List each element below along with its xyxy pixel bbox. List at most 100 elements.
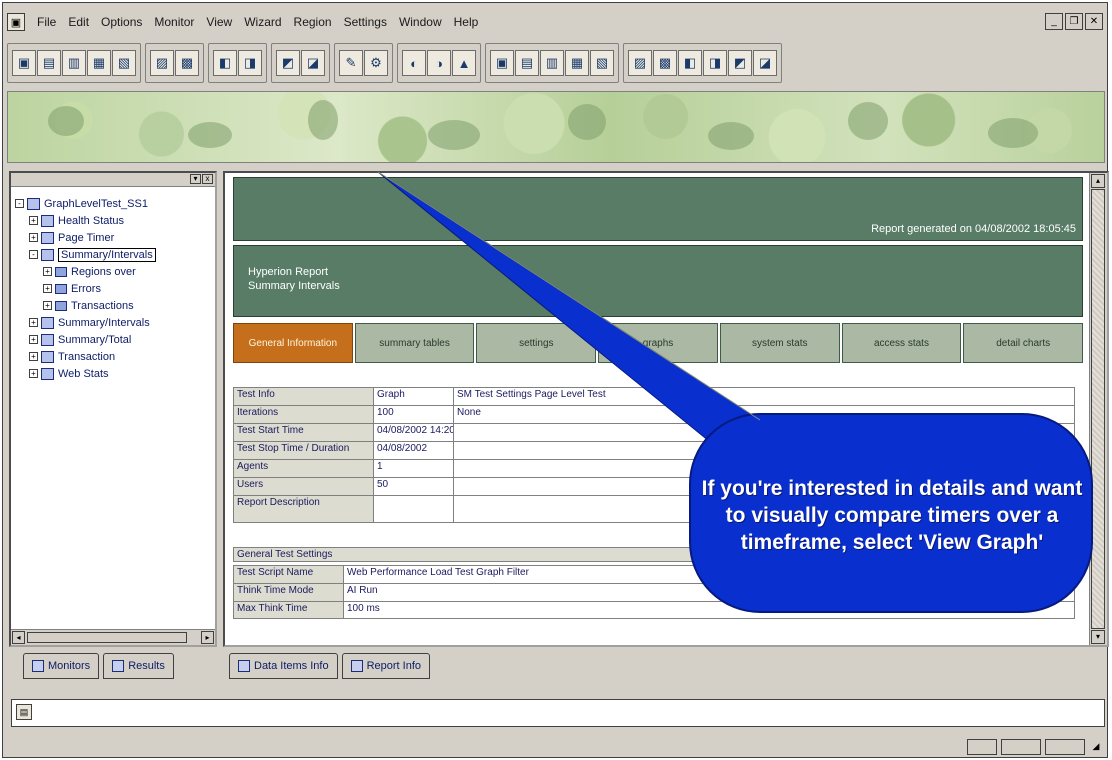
- table-cell: 50: [374, 478, 454, 495]
- table-cell: Report Description: [234, 496, 374, 522]
- tree-node[interactable]: + Web Stats: [15, 365, 211, 382]
- toolbar-button-icon[interactable]: ▨: [628, 50, 652, 76]
- expand-icon[interactable]: +: [29, 318, 38, 327]
- expand-icon[interactable]: +: [43, 284, 52, 293]
- scroll-thumb[interactable]: [27, 632, 187, 643]
- toolbar-button-icon[interactable]: ▤: [515, 50, 539, 76]
- menu-item-region[interactable]: Region: [288, 13, 338, 31]
- toolbar-button-icon[interactable]: ▩: [653, 50, 677, 76]
- minimize-button[interactable]: _: [1045, 13, 1063, 30]
- menu-item-settings[interactable]: Settings: [338, 13, 393, 31]
- tab-results[interactable]: Results: [103, 653, 174, 679]
- tree-node[interactable]: + Health Status: [15, 212, 211, 229]
- menu-item-file[interactable]: File: [31, 13, 62, 31]
- toolbar-button-icon[interactable]: ▨: [150, 50, 174, 76]
- toolbar-button-icon[interactable]: ▦: [87, 50, 111, 76]
- report-tab[interactable]: system stats: [719, 323, 840, 363]
- menu-item-window[interactable]: Window: [393, 13, 448, 31]
- report-generated-text: Report generated on 04/08/2002 18:05:45: [871, 223, 1076, 235]
- vscroll-thumb[interactable]: [1091, 189, 1105, 629]
- toolbar-button-icon[interactable]: ▲: [452, 50, 476, 76]
- toolbar-button-icon[interactable]: ◐: [402, 50, 426, 76]
- toolbar-button-icon[interactable]: ◧: [213, 50, 237, 76]
- expand-icon[interactable]: +: [43, 267, 52, 276]
- toolbar-button-icon[interactable]: ✎: [339, 50, 363, 76]
- tree-node[interactable]: + Summary/Intervals: [15, 314, 211, 331]
- tree-node[interactable]: - Summary/Intervals: [15, 246, 211, 263]
- toolbar-button-icon[interactable]: ◧: [678, 50, 702, 76]
- tree-node-label: Summary/Intervals: [58, 247, 156, 262]
- toolbar-button-icon[interactable]: ▦: [565, 50, 589, 76]
- tab-monitors[interactable]: Monitors: [23, 653, 100, 679]
- collapse-icon[interactable]: -: [29, 250, 38, 259]
- report-tab[interactable]: detail charts: [963, 323, 1084, 363]
- expand-icon[interactable]: +: [29, 335, 38, 344]
- toolbar-button-icon[interactable]: ⚙: [364, 50, 388, 76]
- horizontal-scrollbar[interactable]: ◂ ▸: [11, 629, 215, 645]
- report-tab[interactable]: summary tables: [354, 323, 475, 363]
- report-tab[interactable]: graphs: [598, 323, 718, 363]
- expand-icon[interactable]: +: [29, 369, 38, 378]
- table-cell: Test Stop Time / Duration: [234, 442, 374, 459]
- expand-icon[interactable]: +: [29, 352, 38, 361]
- tree-node[interactable]: + Page Timer: [15, 229, 211, 246]
- toolbar-button-icon[interactable]: ◨: [703, 50, 727, 76]
- toolbar-button-icon[interactable]: ◩: [728, 50, 752, 76]
- toolbar-button-icon[interactable]: ◪: [753, 50, 777, 76]
- bottom-tab[interactable]: Data Items Info: [229, 653, 338, 679]
- toolbar-button-icon[interactable]: ◑: [427, 50, 451, 76]
- menu-item-options[interactable]: Options: [95, 13, 148, 31]
- toolbar-button-icon[interactable]: ▥: [62, 50, 86, 76]
- toolbar-button-icon[interactable]: ▧: [590, 50, 614, 76]
- tree-node[interactable]: + Transaction: [15, 348, 211, 365]
- scroll-up-icon[interactable]: ▴: [1091, 174, 1105, 188]
- tree-node[interactable]: + Transactions: [15, 297, 211, 314]
- menu-item-edit[interactable]: Edit: [62, 13, 95, 31]
- report-tab[interactable]: access stats: [841, 323, 962, 363]
- toolbar-button-icon[interactable]: ▥: [540, 50, 564, 76]
- toolbar-button-icon[interactable]: ◩: [276, 50, 300, 76]
- toolbar-button-icon[interactable]: ▧: [112, 50, 136, 76]
- table-cell: Test Start Time: [234, 424, 374, 441]
- table-cell: Iterations: [234, 406, 374, 423]
- tree-node[interactable]: + Regions over: [15, 263, 211, 280]
- tree-node-label: Errors: [71, 282, 101, 295]
- toolbar-button-icon[interactable]: ▩: [175, 50, 199, 76]
- collapse-icon[interactable]: -: [15, 199, 24, 208]
- toolbar-button-icon[interactable]: ▤: [37, 50, 61, 76]
- tree-node[interactable]: + Summary/Total: [15, 331, 211, 348]
- menu-item-monitor[interactable]: Monitor: [148, 13, 200, 31]
- expand-icon[interactable]: +: [29, 233, 38, 242]
- toolbar-button-icon[interactable]: ◨: [238, 50, 262, 76]
- tree-node[interactable]: + Errors: [15, 280, 211, 297]
- close-icon[interactable]: x: [202, 174, 213, 184]
- menu-item-help[interactable]: Help: [448, 13, 485, 31]
- report-tab[interactable]: General Information: [233, 323, 353, 363]
- close-button[interactable]: ✕: [1085, 13, 1103, 30]
- tab-icon: [238, 660, 250, 672]
- tab-label: Results: [128, 660, 165, 672]
- expand-icon[interactable]: +: [43, 301, 52, 310]
- scroll-right-icon[interactable]: ▸: [201, 631, 214, 644]
- scroll-left-icon[interactable]: ◂: [12, 631, 25, 644]
- menu-item-view[interactable]: View: [200, 13, 238, 31]
- report-tab[interactable]: settings: [476, 323, 597, 363]
- command-bar[interactable]: ▤: [11, 699, 1105, 727]
- tab-label: Report Info: [366, 660, 422, 672]
- resize-grip-icon[interactable]: ◢: [1089, 739, 1103, 755]
- status-box-2: [1001, 739, 1041, 755]
- tree-node[interactable]: - GraphLevelTest_SS1: [15, 195, 211, 212]
- toolbar-button-icon[interactable]: ▣: [490, 50, 514, 76]
- toolbar-button-icon[interactable]: ◪: [301, 50, 325, 76]
- folder-icon: [41, 214, 54, 227]
- vertical-scrollbar[interactable]: ▴ ▾: [1089, 173, 1107, 645]
- menu-item-wizard[interactable]: Wizard: [238, 13, 287, 31]
- bottom-tab[interactable]: Report Info: [341, 653, 431, 679]
- status-bar: ◢: [11, 737, 1105, 757]
- pin-icon[interactable]: ▾: [190, 174, 201, 184]
- toolbar-button-icon[interactable]: ▣: [12, 50, 36, 76]
- expand-icon[interactable]: +: [29, 216, 38, 225]
- restore-button[interactable]: ❐: [1065, 13, 1083, 30]
- scroll-down-icon[interactable]: ▾: [1091, 630, 1105, 644]
- table-cell: Max Think Time: [234, 602, 344, 618]
